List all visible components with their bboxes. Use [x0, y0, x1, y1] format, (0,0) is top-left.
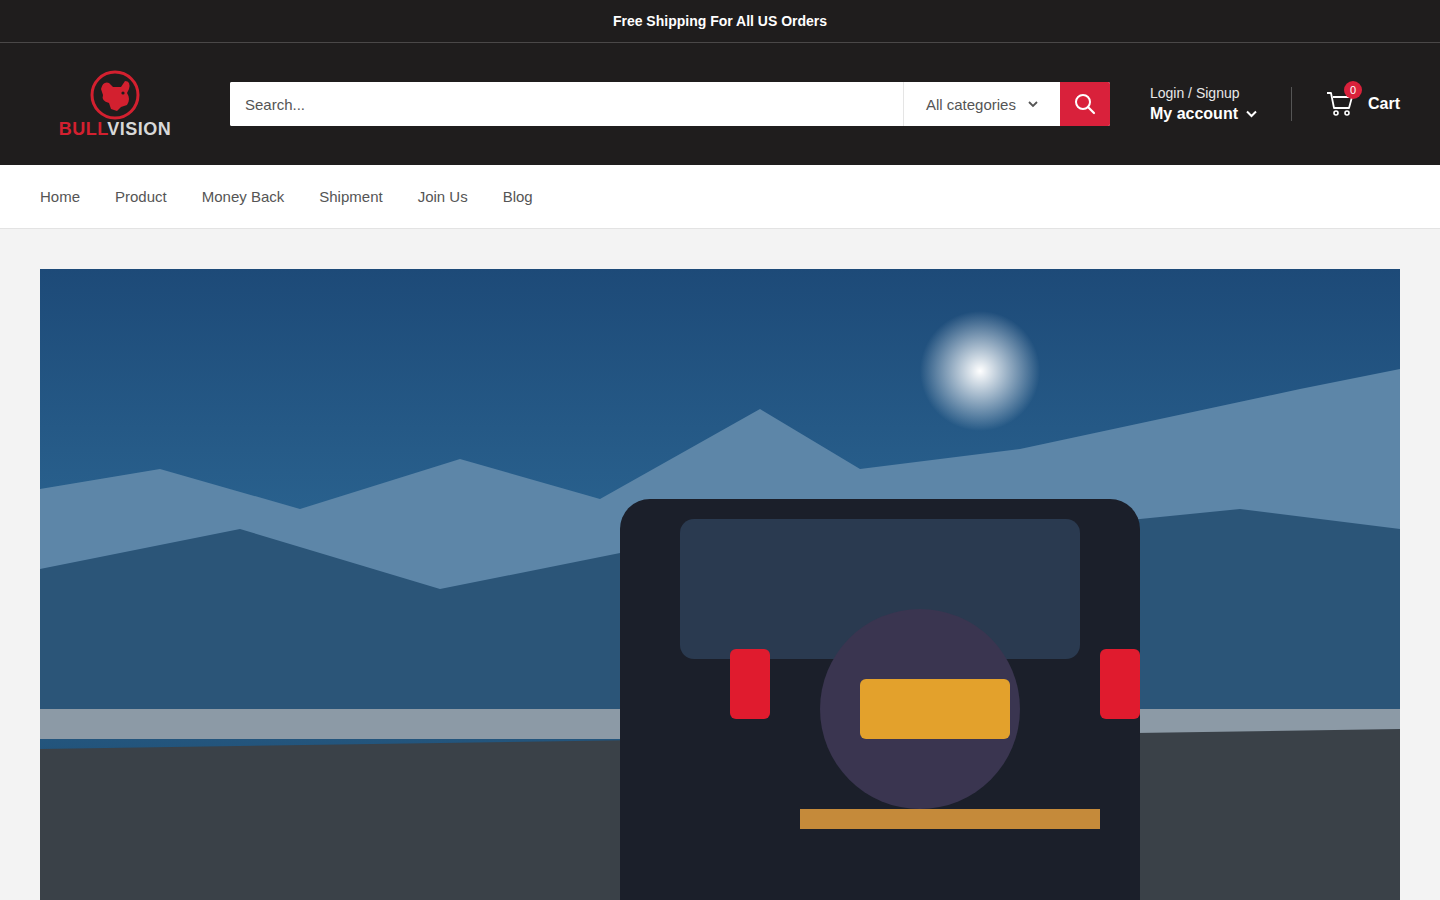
chevron-down-icon [1246, 110, 1257, 118]
cart-count-badge: 0 [1344, 81, 1362, 99]
header: BULLVISION All categories Login / Signup My… [0, 43, 1440, 165]
my-account-toggle[interactable]: My account [1150, 105, 1257, 123]
search-button[interactable] [1060, 82, 1110, 126]
logo[interactable]: BULLVISION [40, 69, 190, 140]
main-nav: Home Product Money Back Shipment Join Us Blog [0, 165, 1440, 229]
nav-item[interactable]: Join Us [418, 188, 468, 205]
logo-text: BULLVISION [59, 119, 172, 140]
page: Free Shipping For All US Orders BULLVISIO… [0, 0, 1440, 900]
chevron-down-icon [1028, 101, 1038, 108]
header-divider [1291, 87, 1292, 121]
cart-link[interactable]: 0Cart [1326, 91, 1400, 117]
search-bar: All categories [230, 82, 1110, 126]
cart-label: Cart [1368, 95, 1400, 113]
hero-image [40, 269, 1400, 900]
nav-item[interactable]: Product [115, 188, 167, 205]
bull-icon [87, 69, 143, 121]
nav-item[interactable]: Shipment [319, 188, 382, 205]
announcement-text: Free Shipping For All US Orders [613, 13, 827, 29]
search-input[interactable] [230, 82, 903, 126]
category-select[interactable]: All categories [903, 82, 1060, 126]
nav-item[interactable]: Blog [503, 188, 533, 205]
nav-item[interactable]: Money Back [202, 188, 285, 205]
account-menu[interactable]: Login / Signup My account [1150, 85, 1257, 123]
announcement-bar: Free Shipping For All US Orders [0, 0, 1440, 43]
login-link[interactable]: Login / Signup [1150, 85, 1257, 101]
nav-item[interactable]: Home [40, 188, 80, 205]
search-icon [1074, 93, 1096, 115]
main-content [0, 229, 1440, 900]
hero-scene [40, 269, 1400, 900]
